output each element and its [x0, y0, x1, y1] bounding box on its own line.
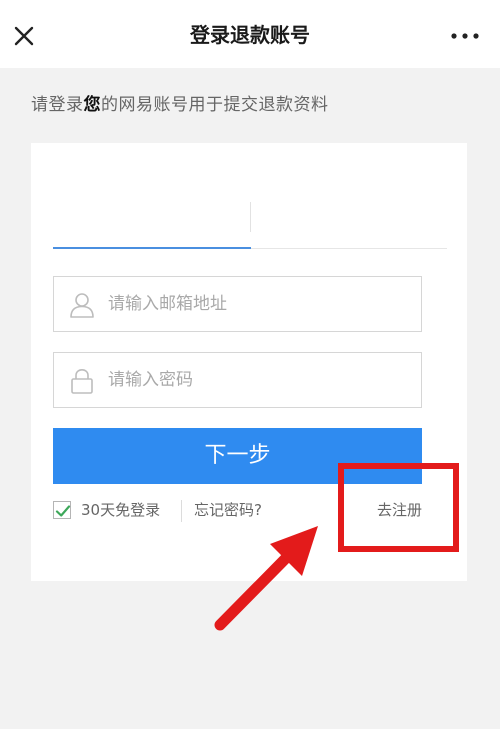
remember-label: 30天免登录 [81, 501, 161, 519]
intro-text: 请登录您的网易账号用于提交退款资料 [31, 90, 329, 115]
tab-divider [250, 202, 251, 232]
tab-right[interactable] [251, 200, 449, 246]
tab-left[interactable] [53, 200, 251, 246]
arrow-icon [214, 526, 318, 631]
intro-prefix: 请登录 [31, 95, 84, 115]
highlight-box [338, 463, 459, 552]
password-field [53, 352, 422, 408]
password-input[interactable] [108, 353, 408, 407]
more-icon[interactable] [448, 28, 482, 44]
tab-underline [251, 248, 447, 249]
intro-suffix: 的网易账号用于提交退款资料 [101, 95, 329, 115]
remember-checkbox[interactable] [53, 501, 71, 519]
email-field [53, 276, 422, 332]
lock-icon [71, 368, 93, 394]
user-icon [70, 293, 94, 318]
tab-active-indicator [53, 247, 251, 249]
page-title: 登录退款账号 [190, 23, 310, 47]
checkmark-icon [55, 505, 71, 517]
intro-emphasis: 您 [83, 95, 101, 115]
top-bar: 登录退款账号 [0, 0, 500, 68]
close-icon[interactable] [12, 24, 36, 48]
link-divider [181, 500, 182, 522]
email-input[interactable] [108, 277, 408, 331]
